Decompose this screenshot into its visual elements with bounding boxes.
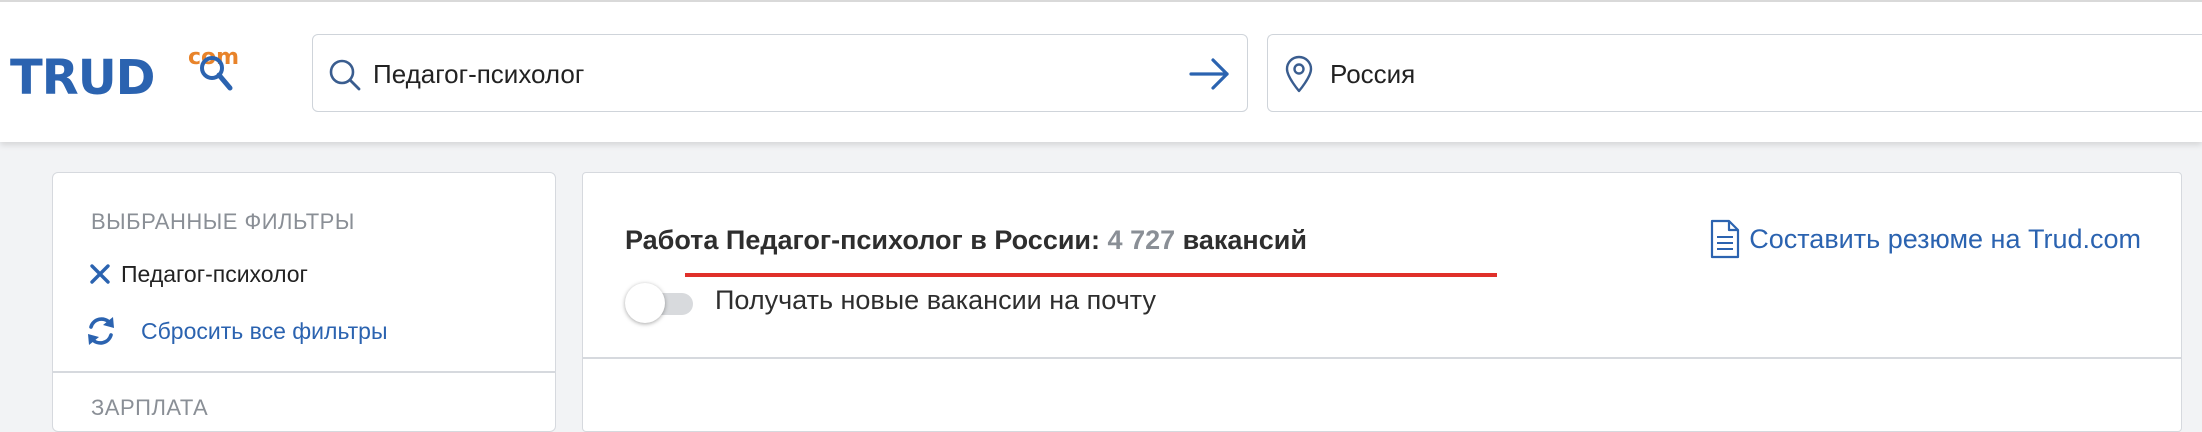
title-suffix: вакансий <box>1182 225 1307 255</box>
vacancy-count: 4 727 <box>1107 225 1176 255</box>
document-icon <box>1711 219 1740 259</box>
logo-com-mark: com <box>188 45 239 91</box>
create-resume-link[interactable]: Составить резюме на Trud.com <box>1709 219 2141 259</box>
filters-sidebar: ВЫБРАННЫЕ ФИЛЬТРЫ Педагог-психолог Сброс… <box>52 172 556 432</box>
subscribe-toggle[interactable] <box>625 283 697 323</box>
location-input-value[interactable]: Россия <box>1330 59 1415 90</box>
salary-section-title: ЗАРПЛАТА <box>91 395 209 420</box>
search-icon <box>329 59 361 91</box>
filter-chip[interactable]: Педагог-психолог <box>89 259 308 289</box>
selected-filters-title: ВЫБРАННЫЕ ФИЛЬТРЫ <box>91 209 355 234</box>
logo-wordmark: TRUD <box>10 50 156 106</box>
create-resume-label: Составить резюме на Trud.com <box>1749 223 2141 254</box>
refresh-icon <box>88 317 114 345</box>
subscribe-label: Получать новые вакансии на почту <box>715 285 1156 315</box>
results-panel: Работа Педагог-психолог в России: 4 727 … <box>582 172 2182 432</box>
map-pin-icon <box>1285 55 1313 93</box>
search-input-value[interactable]: Педагог-психолог <box>373 59 584 90</box>
top-bar: TRUD com Педагог-психолог Россия <box>0 0 2202 142</box>
reset-filters-button[interactable]: Сбросить все фильтры <box>83 313 388 349</box>
divider <box>583 357 2181 359</box>
search-field[interactable]: Педагог-психолог <box>312 34 1248 112</box>
arrow-right-icon[interactable] <box>1187 55 1233 93</box>
close-icon[interactable] <box>89 263 111 285</box>
location-field[interactable]: Россия <box>1267 34 2202 112</box>
title-prefix: Работа Педагог-психолог в России: <box>625 225 1101 255</box>
toggle-knob <box>625 283 665 323</box>
filter-chip-label: Педагог-психолог <box>121 260 308 287</box>
divider <box>53 371 555 373</box>
trud-logo[interactable]: TRUD com <box>10 44 270 114</box>
highlight-underline <box>685 273 1497 277</box>
reset-filters-label: Сбросить все фильтры <box>141 317 388 344</box>
page-title: Работа Педагог-психолог в России: 4 727 … <box>625 225 1307 256</box>
